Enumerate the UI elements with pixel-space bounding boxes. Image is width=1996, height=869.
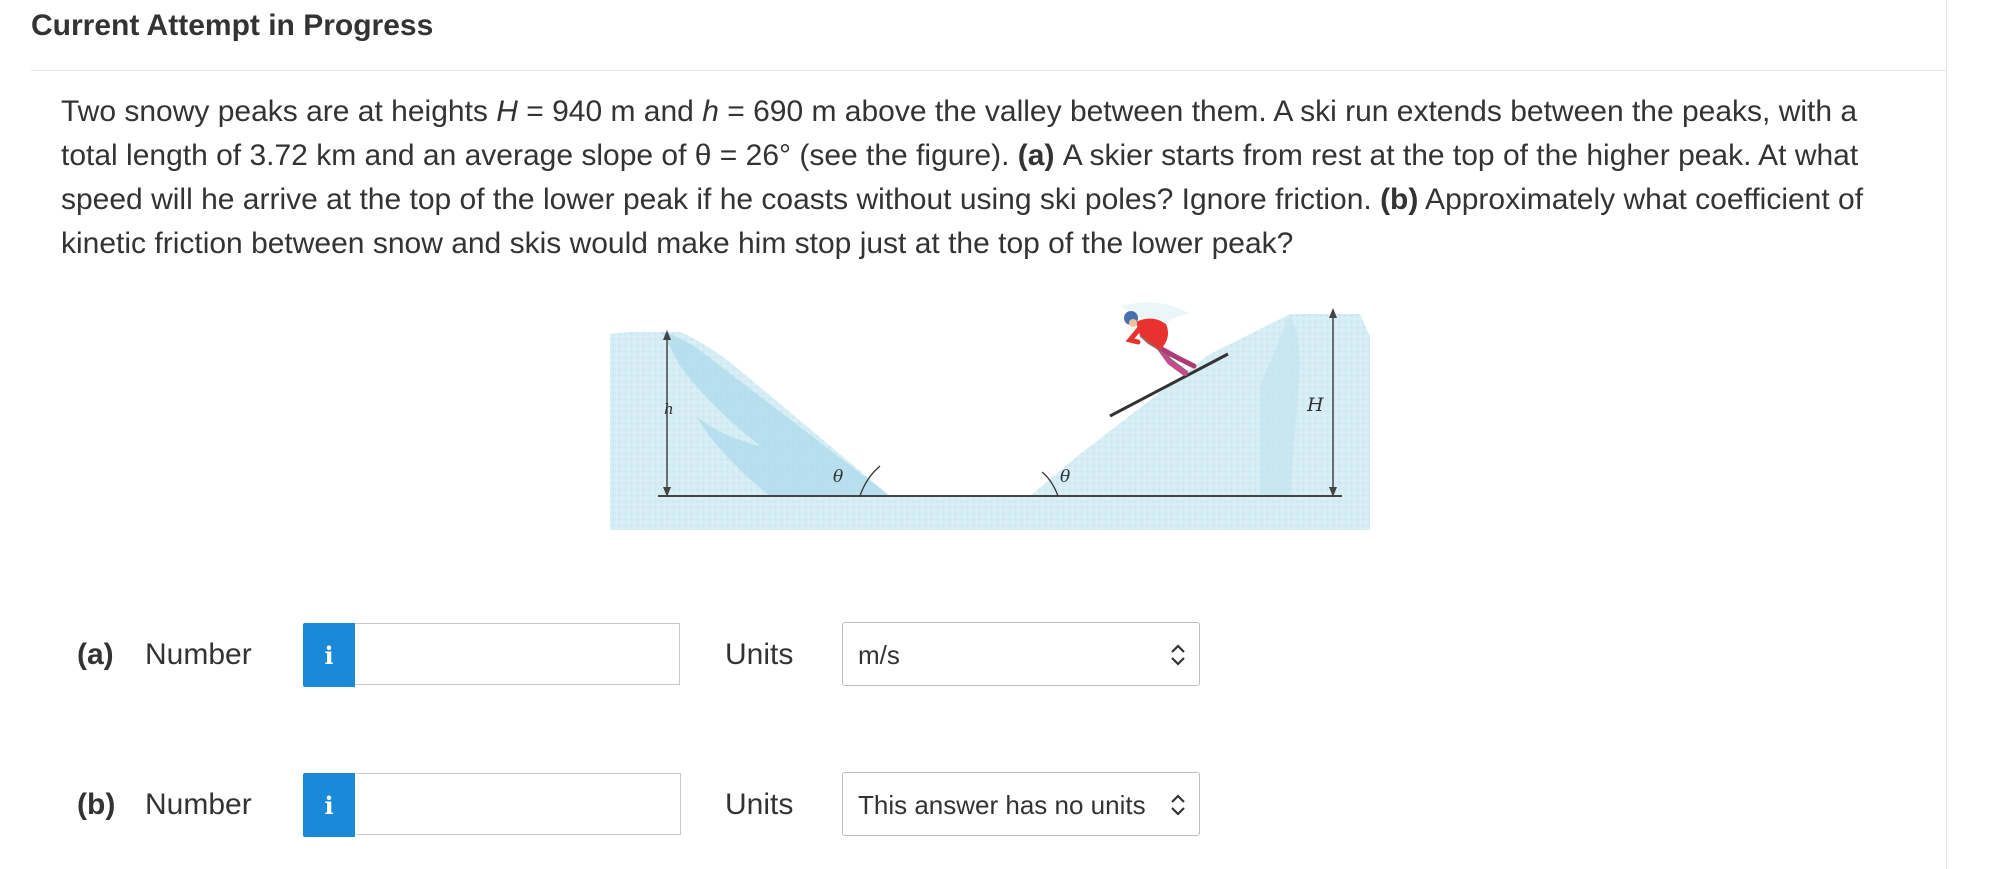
number-label: Number bbox=[145, 788, 252, 821]
units-selected-value: m/s bbox=[858, 640, 900, 670]
part-a-tag: (a) bbox=[1017, 139, 1055, 172]
part-label: (b) bbox=[77, 788, 116, 821]
number-input-b[interactable] bbox=[356, 773, 681, 835]
answer-row-a: (a) Number i Units m/s bbox=[0, 620, 1300, 690]
answer-row-b: (b) Number i Units This answer has no un… bbox=[0, 770, 1300, 840]
ski-run-figure: h H θ θ bbox=[610, 302, 1370, 530]
problem-statement: Two snowy peaks are at heights H = 940 m… bbox=[61, 90, 1921, 266]
var-h: h bbox=[702, 95, 719, 128]
chevron-updown-icon bbox=[1171, 644, 1185, 666]
label-h: h bbox=[664, 400, 674, 418]
units-label: Units bbox=[725, 638, 794, 671]
units-selected-value: This answer has no units bbox=[858, 790, 1146, 820]
arrow-up-icon bbox=[1329, 308, 1337, 318]
info-icon[interactable]: i bbox=[303, 623, 355, 687]
units-select-a[interactable]: m/s bbox=[842, 622, 1200, 686]
attempt-header: Current Attempt in Progress bbox=[31, 0, 1946, 71]
number-label: Number bbox=[145, 638, 252, 671]
part-b-tag: (b) bbox=[1380, 183, 1419, 216]
chevron-updown-icon bbox=[1171, 794, 1185, 816]
page-title: Current Attempt in Progress bbox=[31, 9, 434, 42]
var-H: H bbox=[496, 95, 518, 128]
label-theta-left: θ bbox=[833, 467, 843, 487]
units-label: Units bbox=[725, 788, 794, 821]
snow-terrain bbox=[610, 314, 1370, 530]
number-input-a[interactable] bbox=[355, 623, 680, 685]
problem-text: Two snowy peaks are at heights bbox=[61, 95, 497, 128]
units-select-b[interactable]: This answer has no units bbox=[842, 772, 1200, 836]
part-label: (a) bbox=[77, 638, 114, 671]
label-H: H bbox=[1306, 394, 1324, 416]
problem-text: = 940 m and bbox=[517, 95, 703, 128]
info-icon[interactable]: i bbox=[303, 773, 355, 837]
label-theta-right: θ bbox=[1060, 467, 1070, 487]
